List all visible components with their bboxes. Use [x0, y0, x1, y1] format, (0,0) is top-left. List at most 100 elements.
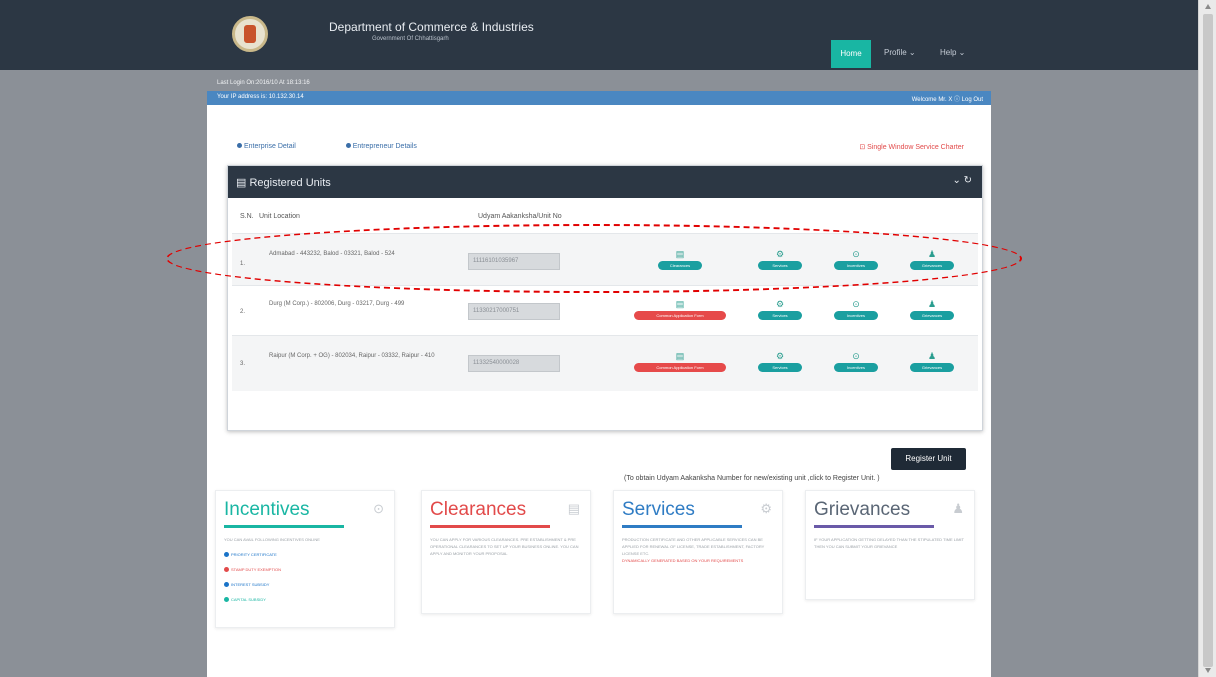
clearances-icon: ▤	[567, 501, 580, 516]
grievances-underline	[814, 525, 934, 528]
incentives-icon: ⊙	[852, 249, 860, 259]
services-icon: ⚙	[775, 299, 785, 309]
incentives-icon: ⊙	[852, 351, 860, 361]
row-location: Admabad - 443232, Balod - 03321, Balod -…	[269, 251, 395, 257]
common-application-form-button[interactable]: Common Application Form	[634, 363, 726, 372]
grievances-button[interactable]: Grievances	[910, 261, 954, 270]
row-services-action[interactable]: ⚙ Services	[758, 249, 802, 270]
table-row: 2. Durg (M Corp.) - 802006, Durg - 03217…	[232, 285, 978, 335]
detail-links: Enterprise Detail Entrepreneur Details	[237, 143, 465, 150]
incentives-title: Incentives	[224, 499, 310, 520]
list-icon: ▤	[236, 177, 247, 189]
col-sn: S.N.	[240, 213, 254, 220]
scroll-down-icon[interactable]	[1205, 668, 1211, 673]
registered-units-panel: ▤ Registered Units ⌄ ↻ S.N. Unit Locatio…	[227, 165, 983, 431]
incentives-icon: ⊙	[852, 299, 860, 309]
row-sn: 1.	[240, 261, 246, 267]
incentives-button[interactable]: Incentives	[834, 363, 878, 372]
incentive-link-capital[interactable]: CAPITAL SUBSIDY	[224, 596, 386, 603]
row-caf-action[interactable]: ▤ Common Application Form	[634, 299, 726, 320]
user-icon: ♟	[927, 299, 937, 309]
row-incentives-action[interactable]: ⊙ Incentives	[834, 351, 878, 372]
welcome-logout-link[interactable]: Welcome Mr. X ⓘ Log Out	[912, 94, 983, 103]
table-row: 3. Raipur (M Corp. + OG) - 802034, Raipu…	[232, 335, 978, 391]
incentive-link-interest[interactable]: INTEREST SUBSIDY	[224, 581, 386, 588]
incentives-card[interactable]: Incentives ⊙ YOU CAN AVAIL FOLLOWING INC…	[215, 490, 395, 628]
top-header: Department of Commerce & Industries Gove…	[0, 0, 1198, 70]
clearances-card[interactable]: Clearances ▤ YOU CAN APPLY FOR VARIOUS C…	[421, 490, 591, 614]
scroll-up-icon[interactable]	[1205, 4, 1211, 9]
nav-profile[interactable]: Profile ⌄	[884, 48, 916, 57]
row-incentives-action[interactable]: ⊙ Incentives	[834, 249, 878, 270]
enterprise-detail-link[interactable]: Enterprise Detail	[237, 143, 296, 150]
session-bar: Your IP address is: 10.132.30.14 Welcome…	[207, 91, 991, 105]
row-services-action[interactable]: ⚙ Services	[758, 351, 802, 372]
services-underline	[622, 525, 742, 528]
row-clearances-action[interactable]: ▤ Clearances	[658, 249, 702, 270]
user-icon: ♟	[927, 351, 937, 361]
grievances-button[interactable]: Grievances	[910, 311, 954, 320]
incentives-underline	[224, 525, 344, 528]
row-grievances-action[interactable]: ♟ Grievances	[910, 249, 954, 270]
row-sn: 3.	[240, 361, 246, 367]
register-unit-note: (To obtain Udyam Aakanksha Number for ne…	[624, 475, 880, 482]
services-icon: ⚙	[775, 249, 785, 259]
clearances-text: YOU CAN APPLY FOR VARIOUS CLEARANCES. PR…	[430, 537, 579, 556]
department-title: Department of Commerce & Industries	[329, 20, 534, 34]
last-login-info: Last Login On:2016/10 At 18:13:16	[217, 79, 310, 88]
bullet-icon	[224, 567, 229, 573]
scrollbar-thumb[interactable]	[1203, 14, 1213, 667]
clearances-icon: ▤	[675, 299, 685, 309]
row-incentives-action[interactable]: ⊙ Incentives	[834, 299, 878, 320]
service-charter-link[interactable]: ⊡ Single Window Service Charter	[859, 143, 964, 151]
services-icon: ⚙	[775, 351, 785, 361]
grievances-card[interactable]: Grievances ♟ IF YOUR APPLICATION GETTING…	[805, 490, 975, 600]
row-udyam-no: 11116101035967	[468, 253, 560, 270]
row-udyam-no: 11330217000751	[468, 303, 560, 320]
bullet-icon	[224, 582, 229, 588]
incentives-button[interactable]: Incentives	[834, 261, 878, 270]
clearances-button[interactable]: Clearances	[658, 261, 702, 270]
service-charter-label: Single Window Service Charter	[867, 144, 964, 151]
incentive-link-stamp-duty[interactable]: STAMP DUTY EXEMPTION	[224, 566, 386, 573]
user-icon: ♟	[927, 249, 937, 259]
common-application-form-button[interactable]: Common Application Form	[634, 311, 726, 320]
incentives-icon: ⊙	[373, 501, 384, 516]
row-udyam-no: 11332540000028	[468, 355, 560, 372]
last-login-text: Last Login On:2016/10 At 18:13:16	[217, 80, 310, 86]
register-unit-button[interactable]: Register Unit	[891, 448, 966, 470]
clearances-underline	[430, 525, 550, 528]
department-subtitle: Government Of Chhattisgarh	[372, 36, 449, 42]
row-grievances-action[interactable]: ♟ Grievances	[910, 299, 954, 320]
nav-home[interactable]: Home	[831, 40, 871, 68]
government-emblem-logo[interactable]	[232, 16, 268, 52]
entrepreneur-dot-icon	[345, 143, 351, 148]
row-caf-action[interactable]: ▤ Common Application Form	[634, 351, 726, 372]
services-button[interactable]: Services	[758, 261, 802, 270]
services-button[interactable]: Services	[758, 311, 802, 320]
row-location: Durg (M Corp.) - 802006, Durg - 03217, D…	[269, 301, 405, 307]
services-icon: ⚙	[760, 501, 772, 516]
row-services-action[interactable]: ⚙ Services	[758, 299, 802, 320]
entrepreneur-details-link[interactable]: Entrepreneur Details	[345, 143, 417, 150]
nav-help[interactable]: Help ⌄	[940, 48, 965, 57]
registered-units-header: ▤ Registered Units ⌄ ↻	[228, 166, 982, 198]
col-udyam-no: Udyam Aakanksha/Unit No	[478, 213, 562, 220]
grievances-text: IF YOUR APPLICATION GETTING DELAYED THAN…	[814, 537, 964, 549]
grievances-button[interactable]: Grievances	[910, 363, 954, 372]
incentive-link-priority[interactable]: PRIORITY CERTIFICATE	[224, 551, 386, 558]
clearances-icon: ▤	[675, 249, 685, 259]
ip-address-text: Your IP address is: 10.132.30.14	[217, 94, 304, 100]
services-button[interactable]: Services	[758, 363, 802, 372]
clearances-title: Clearances	[430, 499, 527, 520]
vertical-scrollbar[interactable]	[1198, 0, 1216, 677]
services-card[interactable]: Services ⚙ PRODUCTION CERTIFICATE AND OT…	[613, 490, 783, 614]
row-grievances-action[interactable]: ♟ Grievances	[910, 351, 954, 372]
incentives-text: YOU CAN AVAIL FOLLOWING INCENTIVES ONLIN…	[224, 537, 320, 542]
registered-units-title: Registered Units	[249, 177, 331, 189]
table-row: 1. Admabad - 443232, Balod - 03321, Balo…	[232, 233, 978, 285]
row-location: Raipur (M Corp. + OG) - 802034, Raipur -…	[269, 353, 435, 359]
services-title: Services	[622, 499, 695, 520]
collapse-refresh-icons[interactable]: ⌄ ↻	[952, 175, 972, 186]
incentives-button[interactable]: Incentives	[834, 311, 878, 320]
